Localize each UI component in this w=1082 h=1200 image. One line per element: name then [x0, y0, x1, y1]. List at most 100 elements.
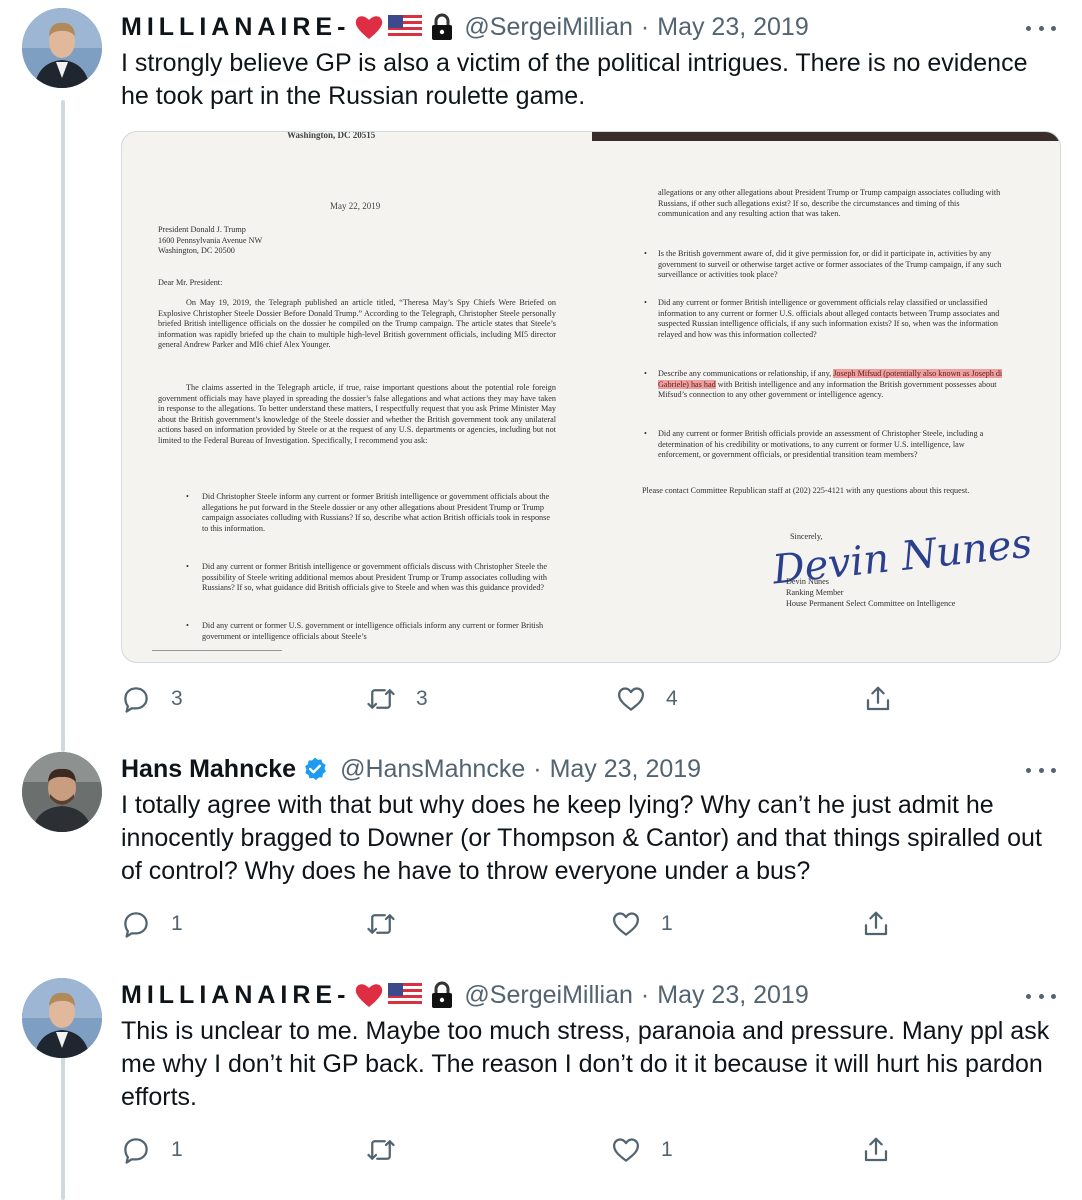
doc-rule: [152, 650, 282, 651]
tweet-date[interactable]: May 23, 2019: [657, 13, 809, 42]
like-count: 1: [661, 912, 673, 935]
tweet-header: Hans Mahncke @HansMahncke · May 23, 2019: [121, 751, 701, 787]
like-count: 1: [661, 1138, 673, 1161]
separator: ·: [533, 754, 542, 783]
heart-icon: [618, 687, 644, 711]
avatar-photo-icon: [22, 752, 102, 832]
tweet-date[interactable]: May 23, 2019: [657, 981, 809, 1010]
doc-letterhead: Washington, DC 20515: [287, 131, 376, 140]
lock-emoji-icon: [430, 981, 454, 1009]
reply-count: 1: [171, 1138, 183, 1161]
retweet-button[interactable]: 3: [366, 681, 428, 717]
avatar[interactable]: [22, 8, 102, 88]
doc-bullet-icon: •: [644, 249, 647, 258]
retweet-button[interactable]: [366, 1132, 416, 1168]
tweet[interactable]: MILLIANAIRE- @SergeiMillian · May 23, 20…: [0, 968, 1082, 1200]
avatar[interactable]: [22, 978, 102, 1058]
share-icon: [864, 1137, 888, 1162]
tweet-actions: 3 3 4: [121, 681, 901, 717]
tweet-text: This is unclear to me. Maybe too much st…: [121, 1017, 1050, 1111]
reply-icon: [124, 687, 148, 713]
doc-signer-title: Ranking Member: [786, 588, 844, 597]
display-name[interactable]: MILLIANAIRE-: [121, 981, 350, 1010]
tweet-actions: 1 1: [121, 906, 901, 942]
doc-mifsud-bullet: Describe any communications or relations…: [658, 369, 1008, 401]
doc-bullet-text: Did any current or former British intell…: [202, 562, 548, 592]
retweet-icon: [367, 1140, 395, 1160]
avatar-photo-icon: [22, 8, 102, 88]
tweet[interactable]: Hans Mahncke @HansMahncke · May 23, 2019…: [0, 742, 1082, 962]
heart-emoji-icon: [354, 13, 384, 41]
display-name[interactable]: MILLIANAIRE-: [121, 13, 350, 42]
doc-address-line: Washington, DC 20500: [158, 246, 235, 255]
doc-bullet-text: Did any current or former British offici…: [658, 429, 984, 459]
tweet-text: I totally agree with that but why does h…: [121, 791, 1042, 885]
share-button[interactable]: [863, 681, 893, 717]
retweet-icon: [367, 914, 395, 934]
verified-badge-icon: [302, 756, 328, 782]
heart-icon: [613, 912, 639, 936]
reply-icon: [124, 1138, 148, 1164]
doc-bullet-text: Did Christopher Steele inform any curren…: [202, 492, 550, 533]
doc-address-line: President Donald J. Trump: [158, 225, 246, 234]
retweet-count: 3: [416, 687, 428, 710]
doc-bullet-icon: •: [644, 298, 647, 307]
doc-paragraph: The claims asserted in the Telegraph art…: [158, 383, 556, 445]
separator: ·: [640, 980, 650, 1009]
more-options-icon[interactable]: [1026, 760, 1056, 780]
tweet-attached-image[interactable]: Washington, DC 20515 May 22, 2019 Presid…: [121, 131, 1061, 663]
like-button[interactable]: 1: [611, 1132, 673, 1168]
doc-salutation: Dear Mr. President:: [158, 278, 223, 287]
more-options-icon[interactable]: [1026, 18, 1056, 38]
separator: ·: [640, 12, 650, 41]
doc-signer-name: Devin Nunes: [786, 577, 829, 586]
user-handle[interactable]: @HansMahncke: [340, 755, 525, 784]
lock-emoji-icon: [430, 13, 454, 41]
reply-button[interactable]: 1: [121, 1132, 183, 1168]
like-count: 4: [666, 687, 678, 710]
doc-bullet-icon: •: [186, 621, 189, 630]
tweet-header: MILLIANAIRE- @SergeiMillian · May 23, 20…: [121, 977, 809, 1013]
avatar[interactable]: [22, 752, 102, 832]
reply-button[interactable]: 1: [121, 906, 183, 942]
heart-emoji-icon: [354, 981, 384, 1009]
like-button[interactable]: 4: [616, 681, 678, 717]
tweet[interactable]: MILLIANAIRE- @SergeiMillian · May 23, 20…: [0, 0, 1082, 740]
doc-bullet-icon: •: [644, 369, 647, 378]
doc-paragraph: On May 19, 2019, the Telegraph published…: [158, 298, 556, 349]
doc-bullet-text: Is the British government aware of, did …: [658, 249, 1002, 279]
tweet-date[interactable]: May 23, 2019: [550, 755, 702, 784]
tweet-text: I strongly believe GP is also a victim o…: [121, 49, 1028, 110]
share-button[interactable]: [861, 906, 891, 942]
reply-icon: [124, 912, 148, 938]
reply-count: 1: [171, 912, 183, 935]
share-button[interactable]: [861, 1132, 891, 1168]
share-icon: [866, 686, 890, 711]
tweet-actions: 1 1: [121, 1132, 901, 1168]
retweet-button[interactable]: [366, 906, 416, 942]
tweet-header: MILLIANAIRE- @SergeiMillian · May 23, 20…: [121, 9, 809, 45]
heart-icon: [613, 1138, 639, 1162]
doc-text: Describe any communications or relations…: [658, 369, 832, 378]
display-name[interactable]: Hans Mahncke: [121, 755, 296, 784]
doc-contact-text: Please contact Committee Republican staf…: [642, 486, 970, 495]
share-icon: [864, 911, 888, 936]
user-handle[interactable]: @SergeiMillian: [464, 13, 633, 42]
doc-bullet-text: Did any current or former U.S. governmen…: [202, 621, 544, 641]
reply-button[interactable]: 3: [121, 681, 183, 717]
doc-bullet-icon: •: [186, 562, 189, 571]
user-handle[interactable]: @SergeiMillian: [464, 981, 633, 1010]
doc-bullet-icon: •: [644, 429, 647, 438]
us-flag-emoji-icon: [388, 983, 423, 1007]
doc-bullet-icon: •: [186, 492, 189, 501]
doc-signer-committee: House Permanent Select Committee on Inte…: [786, 599, 956, 608]
reply-count: 3: [171, 687, 183, 710]
doc-address-line: 1600 Pennsylvania Avenue NW: [158, 235, 263, 245]
doc-closing: Sincerely,: [790, 532, 823, 541]
like-button[interactable]: 1: [611, 906, 673, 942]
doc-continued-text: allegations or any other allegations abo…: [658, 188, 1001, 218]
doc-bullet-text: Did any current or former British intell…: [658, 298, 1000, 339]
image-top-bar: [592, 132, 1060, 141]
us-flag-emoji-icon: [388, 15, 423, 39]
more-options-icon[interactable]: [1026, 986, 1056, 1006]
